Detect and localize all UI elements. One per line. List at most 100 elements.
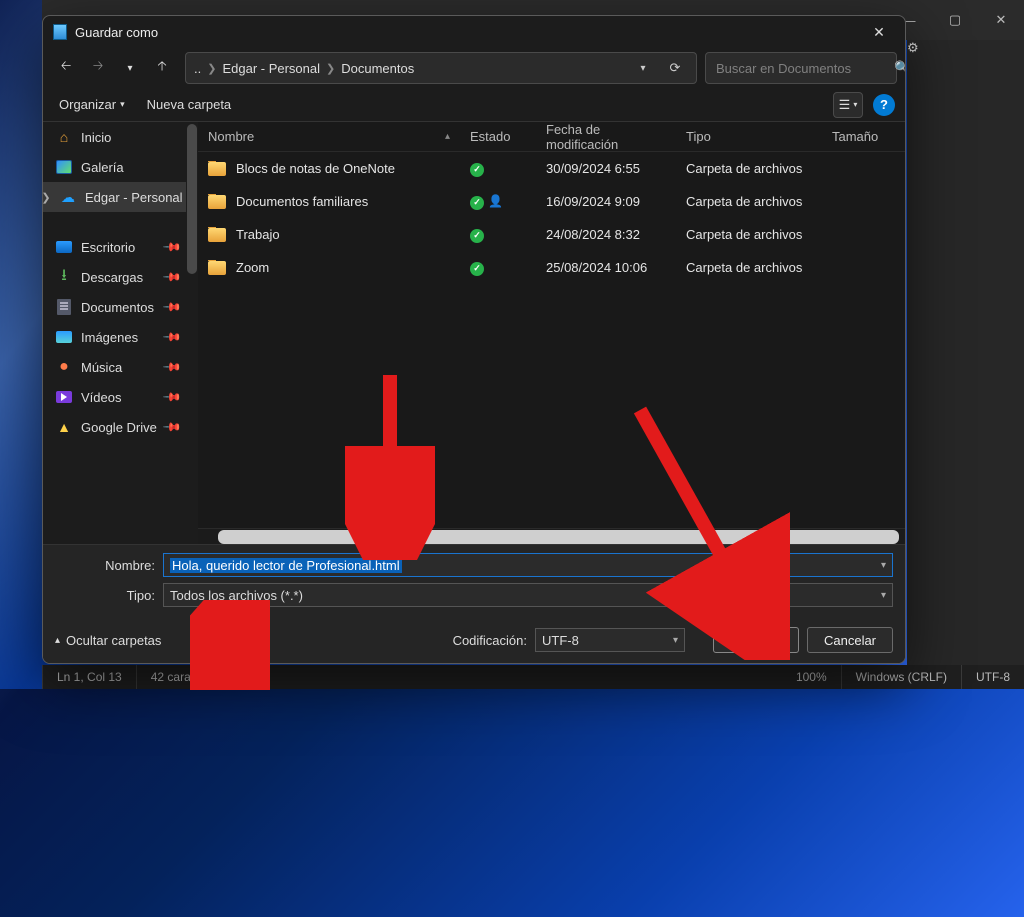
breadcrumb-root[interactable]: .. <box>194 61 201 76</box>
dialog-title: Guardar como <box>75 25 158 40</box>
sort-asc-icon: ▴ <box>445 131 450 142</box>
parent-statusbar: Ln 1, Col 13 42 caracteres. 100% Windows… <box>42 665 1024 689</box>
breadcrumb[interactable]: .. ❯ Edgar - Personal ❯ Documentos ▾ ⟳ <box>185 52 697 84</box>
gallery-icon <box>56 160 72 174</box>
col-date[interactable]: Fecha de modificación <box>536 122 676 152</box>
nav-pictures[interactable]: Imágenes 📌 <box>43 322 198 352</box>
forward-button[interactable]: 🡢 <box>83 53 113 83</box>
filename-label: Nombre: <box>55 558 155 573</box>
save-panel: Nombre: Hola, querido lector de Profesio… <box>43 544 905 663</box>
file-type: Carpeta de archivos <box>676 194 822 209</box>
document-icon <box>57 299 71 315</box>
organize-menu[interactable]: Organizar ▾ <box>53 93 131 116</box>
status-eol[interactable]: Windows (CRLF) <box>842 665 962 689</box>
download-icon: ⭳ <box>55 269 73 285</box>
refresh-button[interactable]: ⟳ <box>662 55 688 81</box>
chevron-right-icon: ❯ <box>326 62 335 75</box>
file-type: Carpeta de archivos <box>676 260 822 275</box>
file-type: Carpeta de archivos <box>676 161 822 176</box>
chevron-down-icon: ▾ <box>853 100 857 109</box>
filename-input[interactable]: Hola, querido lector de Profesional.html… <box>163 553 893 577</box>
filetype-select[interactable]: Todos los archivos (*.*) ▾ <box>163 583 893 607</box>
search-box[interactable]: 🔍 <box>705 52 897 84</box>
file-date: 16/09/2024 9:09 <box>536 194 676 209</box>
chevron-up-icon: ▴ <box>55 635 60 646</box>
desktop-icon <box>56 241 72 253</box>
col-status[interactable]: Estado <box>460 129 536 144</box>
chevron-right-icon[interactable]: ❯ <box>43 191 51 204</box>
search-icon: 🔍 <box>894 60 906 76</box>
col-type[interactable]: Tipo <box>676 129 822 144</box>
back-button[interactable]: 🡠 <box>51 53 81 83</box>
col-size[interactable]: Tamaño <box>822 129 905 144</box>
folder-icon <box>208 195 226 209</box>
breadcrumb-item[interactable]: Documentos <box>341 61 414 76</box>
sync-ok-icon: ✓ <box>470 196 484 210</box>
chevron-down-icon[interactable]: ▾ <box>673 635 678 646</box>
nav-scrollbar-thumb[interactable] <box>187 124 197 274</box>
status-charcount: 42 caracteres. <box>137 665 242 689</box>
nav-label: Galería <box>81 160 124 175</box>
horizontal-scrollbar[interactable] <box>198 528 905 544</box>
view-mode-button[interactable]: ☰ ▾ <box>833 92 863 118</box>
filename-value: Hola, querido lector de Profesional.html <box>170 558 402 573</box>
hide-folders-toggle[interactable]: ▴ Ocultar carpetas <box>55 633 161 648</box>
encoding-label: Codificación: <box>453 633 527 648</box>
nav-scrollbar[interactable] <box>186 122 198 544</box>
parent-close-button[interactable]: ✕ <box>978 0 1024 40</box>
pictures-icon <box>56 331 72 343</box>
file-type: Carpeta de archivos <box>676 227 822 242</box>
up-button[interactable]: 🡡 <box>147 53 177 83</box>
parent-window-body: ⚙ <box>907 40 1024 665</box>
music-icon: ● <box>55 359 73 375</box>
status-cursor: Ln 1, Col 13 <box>42 665 137 689</box>
new-folder-button[interactable]: Nueva carpeta <box>141 93 238 116</box>
pin-icon: 📌 <box>162 387 182 407</box>
video-icon <box>56 391 72 403</box>
nav-downloads[interactable]: ⭳ Descargas 📌 <box>43 262 198 292</box>
chevron-down-icon[interactable]: ▾ <box>881 590 886 601</box>
nav-gdrive[interactable]: ▲ Google Drive 📌 <box>43 412 198 442</box>
breadcrumb-dropdown[interactable]: ▾ <box>630 55 656 81</box>
breadcrumb-item[interactable]: Edgar - Personal <box>222 61 320 76</box>
close-button[interactable]: ✕ <box>857 18 901 46</box>
organize-label: Organizar <box>59 97 116 112</box>
col-name[interactable]: Nombre▴ <box>198 129 460 144</box>
nav-home[interactable]: ⌂ Inicio <box>43 122 198 152</box>
chevron-down-icon[interactable]: ▾ <box>881 560 886 571</box>
table-row[interactable]: Documentos familiares✓👤16/09/2024 9:09Ca… <box>198 185 905 218</box>
nav-videos[interactable]: Vídeos 📌 <box>43 382 198 412</box>
home-icon: ⌂ <box>55 129 73 145</box>
table-row[interactable]: Blocs de notas de OneNote✓30/09/2024 6:5… <box>198 152 905 185</box>
table-row[interactable]: Trabajo✓24/08/2024 8:32Carpeta de archiv… <box>198 218 905 251</box>
column-headers[interactable]: Nombre▴ Estado Fecha de modificación Tip… <box>198 122 905 152</box>
nav-music[interactable]: ● Música 📌 <box>43 352 198 382</box>
chevron-right-icon: ❯ <box>207 62 216 75</box>
parent-maximize-button[interactable]: ▢ <box>932 0 978 40</box>
nav-gallery[interactable]: Galería <box>43 152 198 182</box>
document-icon <box>53 24 67 40</box>
nav-desktop[interactable]: Escritorio 📌 <box>43 232 198 262</box>
status-encoding[interactable]: UTF-8 <box>962 665 1024 689</box>
horizontal-scrollbar-thumb[interactable] <box>218 530 899 544</box>
pin-icon: 📌 <box>162 267 182 287</box>
gear-icon[interactable]: ⚙ <box>907 40 1024 56</box>
dialog-titlebar[interactable]: Guardar como ✕ <box>43 16 905 48</box>
table-row[interactable]: Zoom✓25/08/2024 10:06Carpeta de archivos <box>198 251 905 284</box>
nav-label: Descargas <box>81 270 143 285</box>
search-input[interactable] <box>714 60 894 77</box>
recent-dropdown[interactable]: ▾ <box>115 53 145 83</box>
nav-personal[interactable]: ❯ ☁ Edgar - Personal <box>43 182 198 212</box>
sync-ok-icon: ✓ <box>470 163 484 177</box>
nav-documents[interactable]: Documentos 📌 <box>43 292 198 322</box>
cancel-button[interactable]: Cancelar <box>807 627 893 653</box>
toolbar: Organizar ▾ Nueva carpeta ☰ ▾ ? <box>43 88 905 122</box>
nav-pane: ⌂ Inicio Galería ❯ ☁ Edgar - Personal Es… <box>43 122 198 544</box>
save-button[interactable]: Guardar <box>713 627 799 653</box>
encoding-select[interactable]: UTF-8 ▾ <box>535 628 685 652</box>
status-zoom[interactable]: 100% <box>782 665 842 689</box>
help-button[interactable]: ? <box>873 94 895 116</box>
file-name: Trabajo <box>236 227 280 242</box>
cloud-icon: ☁ <box>59 189 77 205</box>
file-list: Nombre▴ Estado Fecha de modificación Tip… <box>198 122 905 544</box>
